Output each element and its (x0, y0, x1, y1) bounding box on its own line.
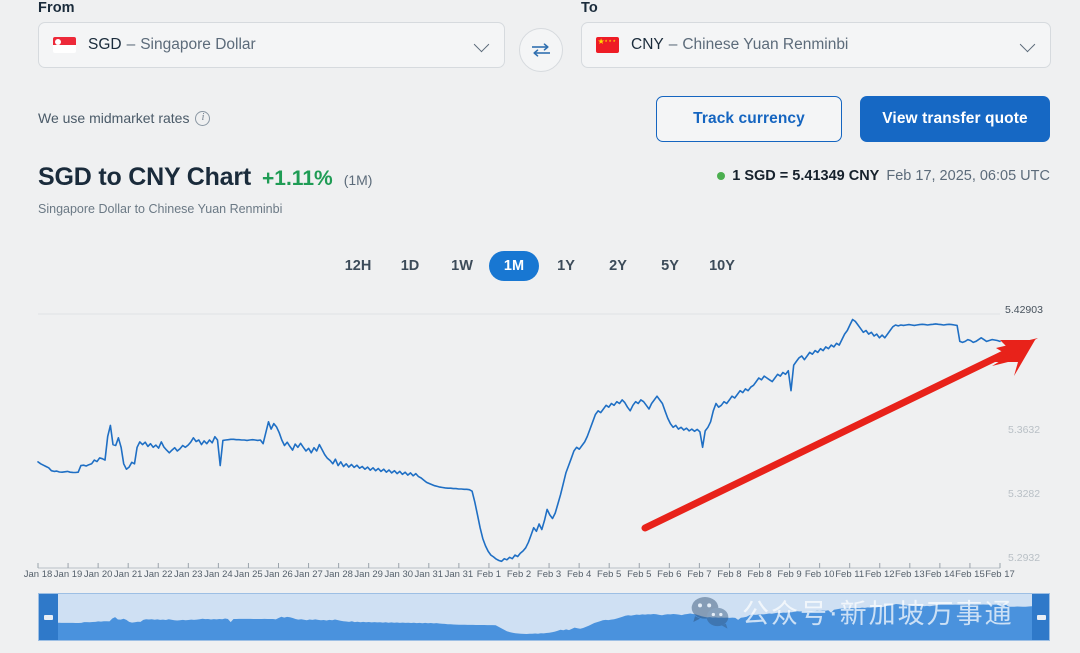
x-tick-label: Jan 22 (143, 569, 173, 580)
x-tick-label: Feb 3 (536, 569, 562, 580)
x-tick-label: Feb 14 (925, 569, 955, 580)
midmarket-text: We use midmarket rates (38, 110, 190, 126)
china-flag-icon (596, 37, 619, 53)
range-tabs: 12H 1D 1W 1M 1Y 2Y 5Y 10Y (0, 251, 1080, 281)
x-tick-label: Jan 31 (414, 569, 444, 580)
singapore-flag-icon (53, 37, 76, 53)
x-tick-label: Jan 31 (444, 569, 474, 580)
chevron-down-icon (1020, 37, 1036, 53)
x-tick-label: Feb 8 (747, 569, 772, 580)
x-tick-label: Jan 18 (23, 569, 53, 580)
x-tick-label: Jan 28 (324, 569, 353, 580)
current-rate-display: 1 SGD = 5.41349 CNY Feb 17, 2025, 06:05 … (717, 168, 1050, 184)
x-tick-label: Feb 4 (566, 569, 592, 580)
x-tick-label: Feb 11 (835, 569, 865, 580)
to-currency-field: To CNY – Chinese Yuan Renminbi (581, 0, 1051, 68)
chart-title-row: SGD to CNY Chart +1.11% (1M) (38, 163, 372, 192)
x-tick-label: Jan 24 (204, 569, 233, 580)
x-tick-label: Jan 30 (384, 569, 414, 580)
x-tick-label: Jan 21 (113, 569, 143, 580)
info-icon[interactable]: i (195, 110, 211, 126)
from-currency-select[interactable]: SGD – Singapore Dollar (38, 22, 505, 68)
chart-navigator[interactable] (38, 593, 1050, 641)
rate-series-line (37, 318, 1001, 563)
to-currency-code: CNY (631, 36, 664, 53)
from-currency-field: From SGD – Singapore Dollar (38, 0, 505, 68)
range-tab-1y[interactable]: 1Y (541, 251, 591, 281)
rate-timestamp: Feb 17, 2025, 06:05 UTC (886, 168, 1050, 184)
chart-subtitle: Singapore Dollar to Chinese Yuan Renminb… (38, 202, 283, 216)
x-tick-label: Feb 6 (657, 569, 682, 580)
x-tick-label: Feb 9 (777, 569, 802, 580)
to-currency-select[interactable]: CNY – Chinese Yuan Renminbi (581, 22, 1051, 68)
x-tick-label: Feb 2 (506, 569, 532, 580)
x-tick-label: Feb 17 (985, 569, 1015, 580)
swap-currencies-button[interactable] (519, 28, 563, 72)
x-tick-label: Feb 5 (627, 569, 652, 580)
y-tick-label-0: 5.42903 (1005, 304, 1043, 316)
range-tab-12h[interactable]: 12H (333, 251, 383, 281)
range-tab-10y[interactable]: 10Y (697, 251, 747, 281)
from-currency-separator: – (126, 36, 136, 53)
price-chart: 5.42903 5.3632 5.3282 5.2932 (0, 300, 1080, 575)
range-tab-1w[interactable]: 1W (437, 251, 487, 281)
chevron-down-icon (474, 37, 490, 53)
action-buttons: Track currency View transfer quote (656, 96, 1050, 142)
track-currency-button[interactable]: Track currency (656, 96, 842, 142)
live-status-dot (717, 172, 726, 180)
x-tick-label: Feb 1 (476, 569, 502, 580)
chart-canvas[interactable] (0, 300, 1080, 575)
x-tick-label: Jan 29 (354, 569, 383, 580)
percent-change-badge: +1.11% (262, 167, 333, 190)
x-tick-label: Feb 12 (864, 569, 895, 580)
x-tick-label: Jan 23 (174, 569, 203, 580)
x-tick-label: Feb 13 (895, 569, 925, 580)
view-transfer-quote-button[interactable]: View transfer quote (860, 96, 1050, 142)
from-label: From (38, 0, 75, 16)
x-tick-label: Feb 10 (804, 569, 835, 580)
from-currency-name: Singapore Dollar (140, 36, 256, 53)
from-currency-code: SGD (88, 36, 122, 53)
to-currency-name: Chinese Yuan Renminbi (682, 36, 849, 53)
midmarket-note: We use midmarket rates i (38, 110, 211, 126)
y-tick-label-1: 5.3632 (1008, 424, 1041, 436)
range-tab-1m[interactable]: 1M (489, 251, 539, 281)
x-tick-label: Jan 25 (234, 569, 263, 580)
chart-header: SGD to CNY Chart +1.11% (1M) Singapore D… (38, 163, 372, 216)
x-tick-label: Jan 19 (53, 569, 83, 580)
to-currency-separator: – (668, 36, 678, 53)
x-tick-label: Feb 5 (597, 569, 622, 580)
page-title: SGD to CNY Chart (38, 163, 252, 191)
red-trend-arrow (641, 338, 1038, 532)
navigator-series (39, 604, 1049, 640)
x-tick-label: Feb 15 (955, 569, 985, 580)
range-tab-2y[interactable]: 2Y (593, 251, 643, 281)
range-tab-5y[interactable]: 5Y (645, 251, 695, 281)
x-tick-label: Feb 8 (717, 569, 742, 580)
x-tick-label: Jan 27 (294, 569, 323, 580)
currency-selector-row: From SGD – Singapore Dollar To CNY (0, 0, 1080, 80)
x-tick-label: Jan 20 (83, 569, 113, 580)
range-tab-1d[interactable]: 1D (385, 251, 435, 281)
swap-arrows-icon (532, 43, 550, 57)
to-label: To (581, 0, 598, 16)
y-tick-label-2: 5.3282 (1008, 488, 1041, 500)
navigator-area (39, 604, 1049, 640)
x-axis-labels: Jan 18 Jan 19 Jan 20 Jan 21 Jan 22 Jan 23 Jan … (0, 569, 1080, 585)
navigator-right-handle[interactable] (1032, 594, 1049, 640)
rate-value: 1 SGD = 5.41349 CNY (732, 168, 880, 184)
chart-period-label: (1M) (343, 172, 373, 188)
navigator-left-handle[interactable] (39, 594, 58, 640)
x-tick-label: Jan 26 (264, 569, 293, 580)
currency-chart-page: From SGD – Singapore Dollar To CNY (0, 0, 1080, 653)
x-tick-label: Feb 7 (687, 569, 712, 580)
